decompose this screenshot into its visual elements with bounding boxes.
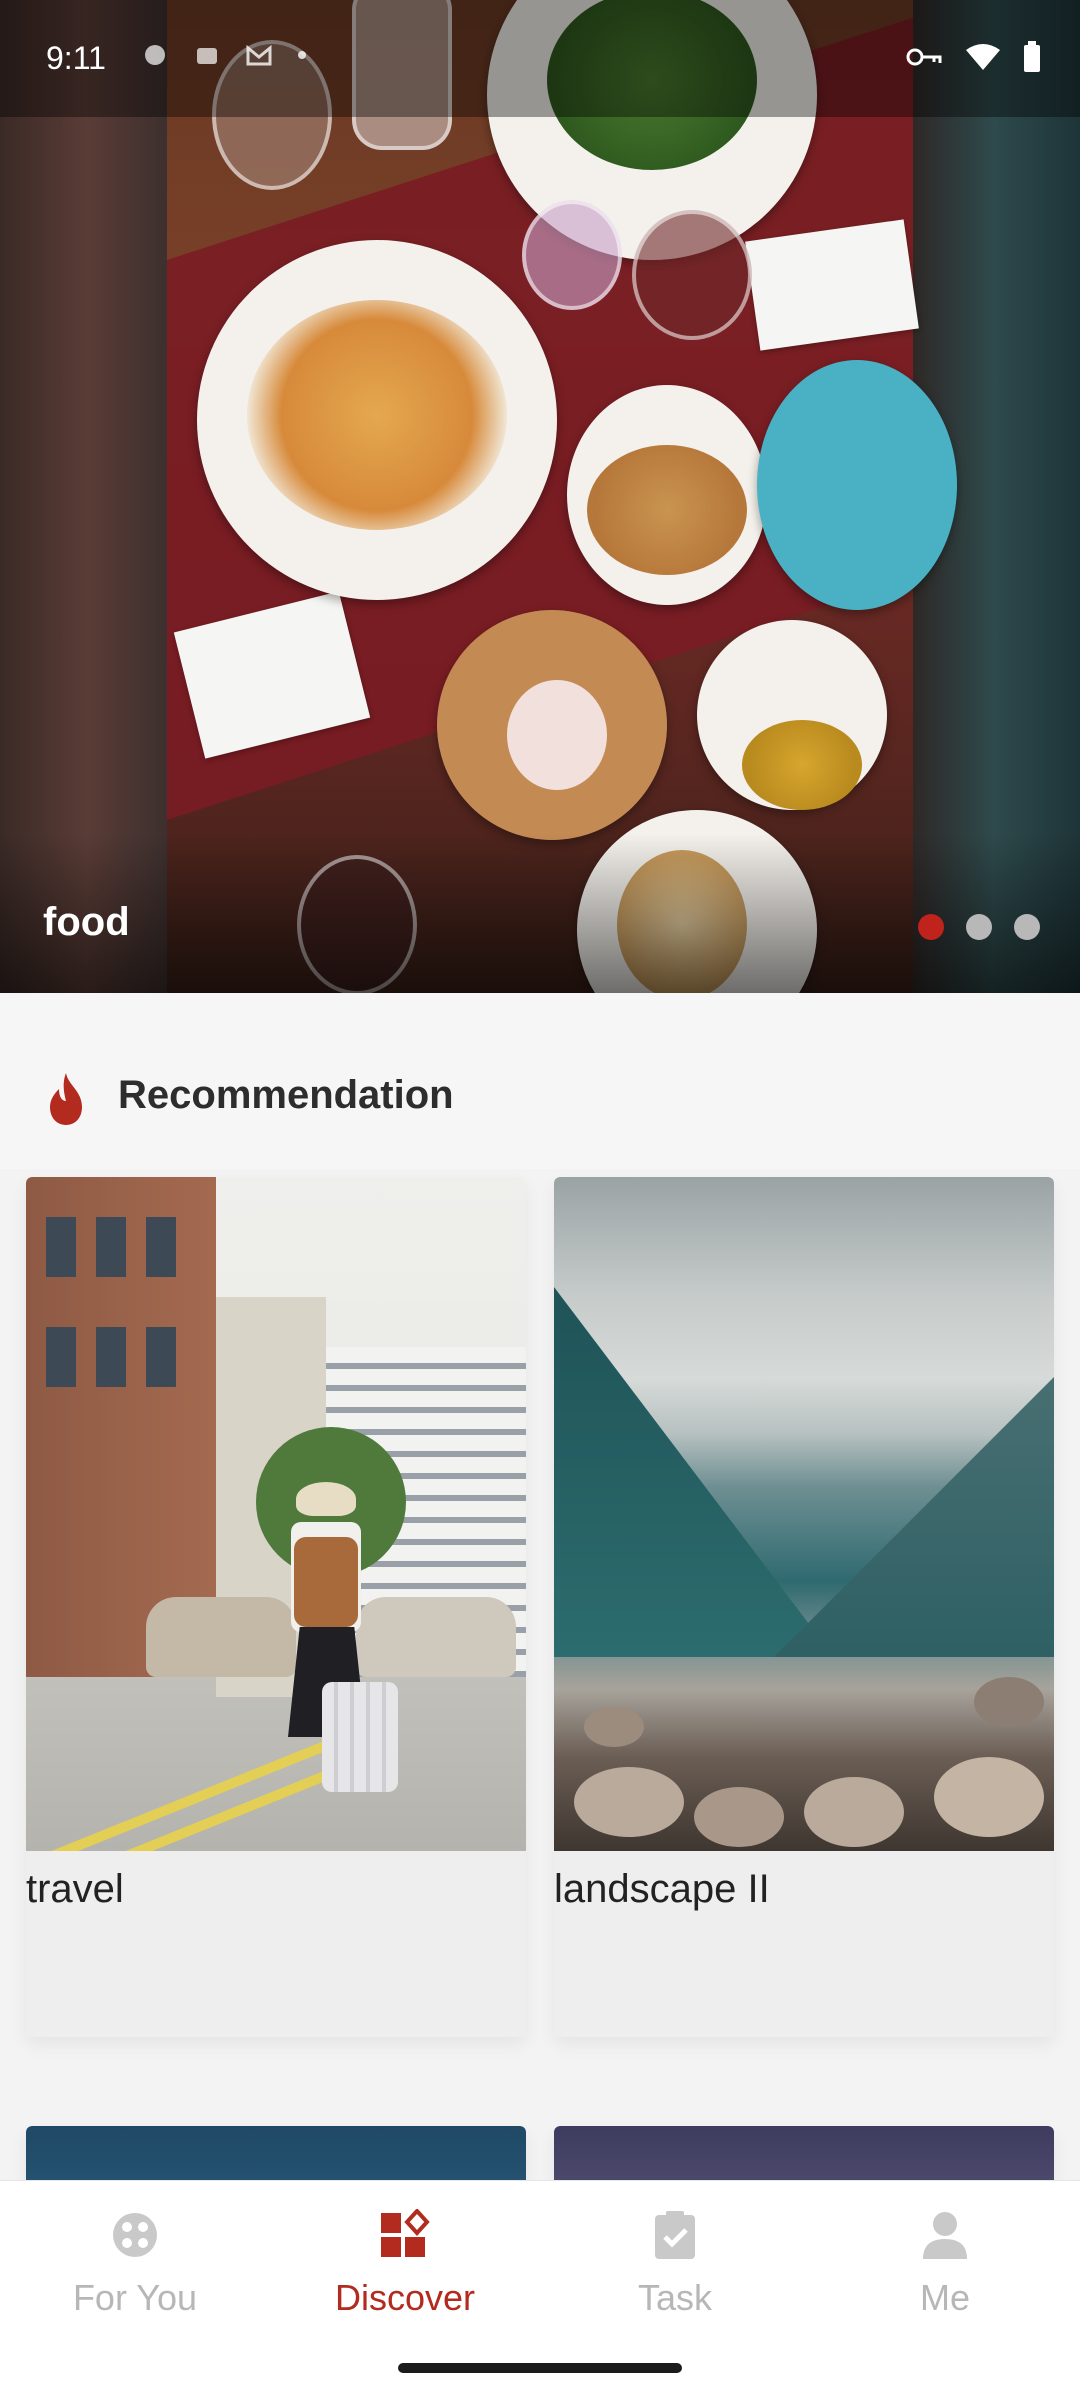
hero-title: food [43,900,130,944]
card-label: travel [26,1867,124,1911]
dot-icon [298,51,306,59]
carousel-indicator [918,914,1040,940]
card-image[interactable] [26,1177,526,1851]
nav-for-you[interactable]: For You [0,2181,270,2335]
status-system-icons [904,40,1042,74]
card-image[interactable] [554,1177,1054,1851]
bottom-navigation: For You Discover Task Me [0,2180,1080,2335]
section-title: Recommendation [118,1073,454,1117]
hero-carousel[interactable]: 9:11 food [0,0,1080,993]
battery-icon [1024,41,1040,72]
nav-label: Discover [334,2277,476,2318]
gmail-icon [246,44,272,66]
nav-label: For You [72,2277,198,2318]
person-icon [923,2212,967,2259]
notification-icon [197,48,217,64]
carousel-dot-2[interactable] [966,914,992,940]
home-gesture-bar[interactable] [398,2363,682,2373]
nav-label: Me [919,2277,970,2318]
status-time: 9:11 [46,40,106,76]
nav-discover[interactable]: Discover [270,2181,540,2335]
wifi-icon [966,44,1000,70]
clipboard-check-icon [655,2211,695,2259]
nav-label: Task [637,2277,713,2318]
status-notification-icons [140,40,308,70]
nav-task[interactable]: Task [540,2181,810,2335]
nav-me[interactable]: Me [810,2181,1080,2335]
card-label: landscape II [554,1867,770,1911]
notification-icon [145,45,165,65]
status-bar: 9:11 [0,0,1080,117]
recommendation-card-landscape-ii[interactable]: landscape II [554,1177,1054,2037]
vpn-key-icon [906,48,942,66]
recommendation-card-travel[interactable]: travel [26,1177,526,2037]
grid-diamond-icon [381,2209,430,2257]
carousel-dot-1[interactable] [918,914,944,940]
flame-icon [50,1073,82,1125]
film-reel-icon [113,2213,157,2257]
carousel-dot-3[interactable] [1014,914,1040,940]
recommendation-header: Recommendation [0,993,1080,1169]
